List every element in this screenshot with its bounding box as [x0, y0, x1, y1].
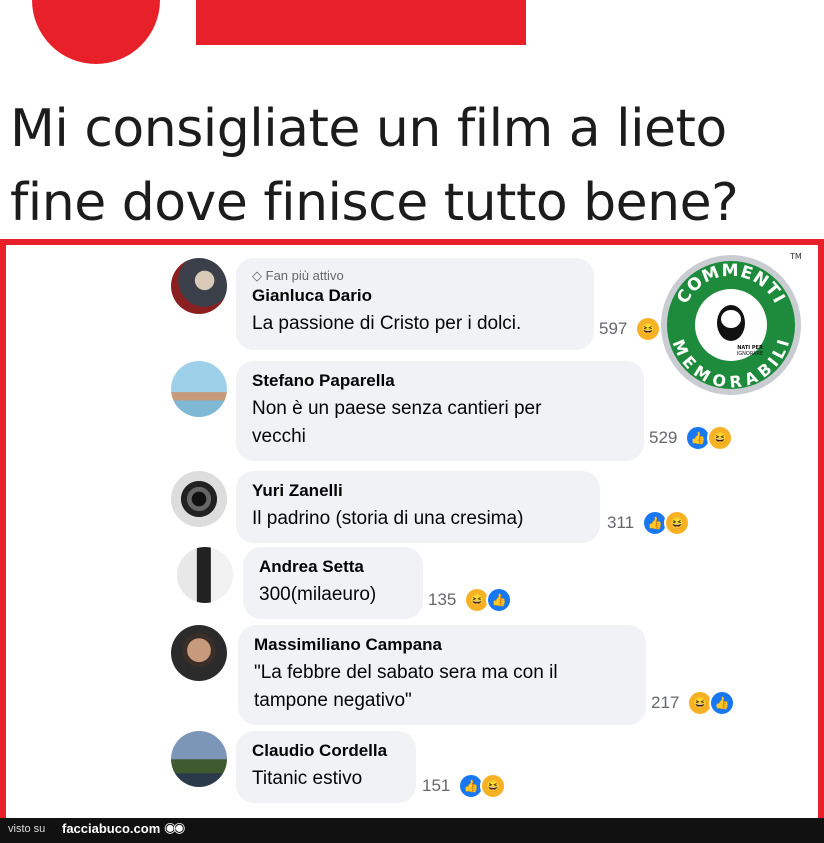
- comment-bubble: ◇ Fan più attivo Gianluca Dario La passi…: [236, 258, 594, 350]
- haha-icon: 😆: [480, 773, 507, 799]
- comment-bubble: Andrea Setta 300(milaeuro): [243, 547, 423, 619]
- eyes-icon: ◉◉: [164, 819, 186, 835]
- avatar-massimiliano[interactable]: [171, 625, 227, 681]
- comment-text-line: vecchi: [252, 426, 306, 447]
- comment-text-line: "La febbre del sabato sera ma con il: [254, 662, 558, 683]
- comment-text: Titanic estivo: [252, 768, 363, 789]
- avatar-claudio[interactable]: [171, 731, 227, 787]
- reaction-count: 135: [428, 590, 457, 609]
- diamond-icon: ◇: [252, 268, 262, 283]
- avatar-andrea[interactable]: [177, 547, 233, 603]
- reaction-count: 597: [599, 319, 628, 338]
- commenter-name[interactable]: Claudio Cordella: [252, 741, 400, 761]
- reaction-summary[interactable]: 597 😆: [599, 316, 662, 342]
- comment-text: 300(milaeuro): [259, 584, 377, 605]
- top-fan-badge: ◇ Fan più attivo: [252, 268, 344, 283]
- reaction-summary[interactable]: 529 👍 😆: [649, 425, 734, 451]
- reaction-summary[interactable]: 217 😆 👍: [651, 690, 736, 716]
- footer-visto: visto su: [8, 823, 46, 835]
- haha-icon: 😆: [707, 425, 734, 451]
- comment-text: Il padrino (storia di una cresima): [252, 508, 524, 529]
- comment-bubble: Massimiliano Campana "La febbre del saba…: [238, 625, 646, 725]
- commenter-name[interactable]: Gianluca Dario: [252, 286, 578, 306]
- reaction-count: 217: [651, 693, 680, 712]
- trademark-mark: TM: [789, 252, 802, 261]
- reaction-count: 311: [607, 513, 635, 532]
- avatar-yuri[interactable]: [171, 471, 227, 527]
- reaction-count: 529: [649, 428, 678, 447]
- like-icon: 👍: [709, 690, 736, 716]
- title-line-2: fine dove finisce tutto bene?: [10, 173, 739, 233]
- haha-icon: 😆: [635, 316, 662, 342]
- commenter-name[interactable]: Massimiliano Campana: [254, 635, 630, 655]
- reaction-summary[interactable]: 151 👍 😆: [422, 773, 507, 799]
- footer-bar: visto su facciabuco.com ◉◉: [0, 818, 824, 843]
- comment-text-line: Non è un paese senza cantieri per: [252, 398, 542, 419]
- title-line-1: Mi consigliate un film a lieto: [10, 99, 727, 159]
- comment-bubble: Claudio Cordella Titanic estivo: [236, 731, 416, 803]
- comment-bubble: Yuri Zanelli Il padrino (storia di una c…: [236, 471, 600, 543]
- red-bar-decoration: [196, 0, 526, 45]
- red-circle-decoration: [32, 0, 160, 64]
- reaction-summary[interactable]: 311 👍 😆: [607, 510, 691, 536]
- like-icon: 👍: [486, 587, 513, 613]
- reaction-summary[interactable]: 135 😆 👍: [428, 587, 513, 613]
- reaction-count: 151: [422, 776, 451, 795]
- logo-inner-text-2: IGNORARE: [737, 351, 763, 357]
- commenter-name[interactable]: Andrea Setta: [259, 557, 407, 577]
- comment-text: La passione di Cristo per i dolci.: [252, 313, 522, 334]
- commenti-memorabili-logo: COMMENTI MEMORABILI NATI PER IGNORARE TM: [661, 252, 802, 395]
- comment-bubble: Stefano Paparella Non è un paese senza c…: [236, 361, 644, 461]
- haha-icon: 😆: [664, 510, 691, 536]
- page-title: Mi consigliate un film a lieto fine dove…: [10, 92, 810, 240]
- commenter-name[interactable]: Yuri Zanelli: [252, 481, 584, 501]
- footer-site-link[interactable]: facciabuco.com: [62, 821, 160, 836]
- comment-text-line: tampone negativo": [254, 690, 412, 711]
- avatar-stefano[interactable]: [171, 361, 227, 417]
- commenter-name[interactable]: Stefano Paparella: [252, 371, 628, 391]
- avatar-gianluca[interactable]: [171, 258, 227, 314]
